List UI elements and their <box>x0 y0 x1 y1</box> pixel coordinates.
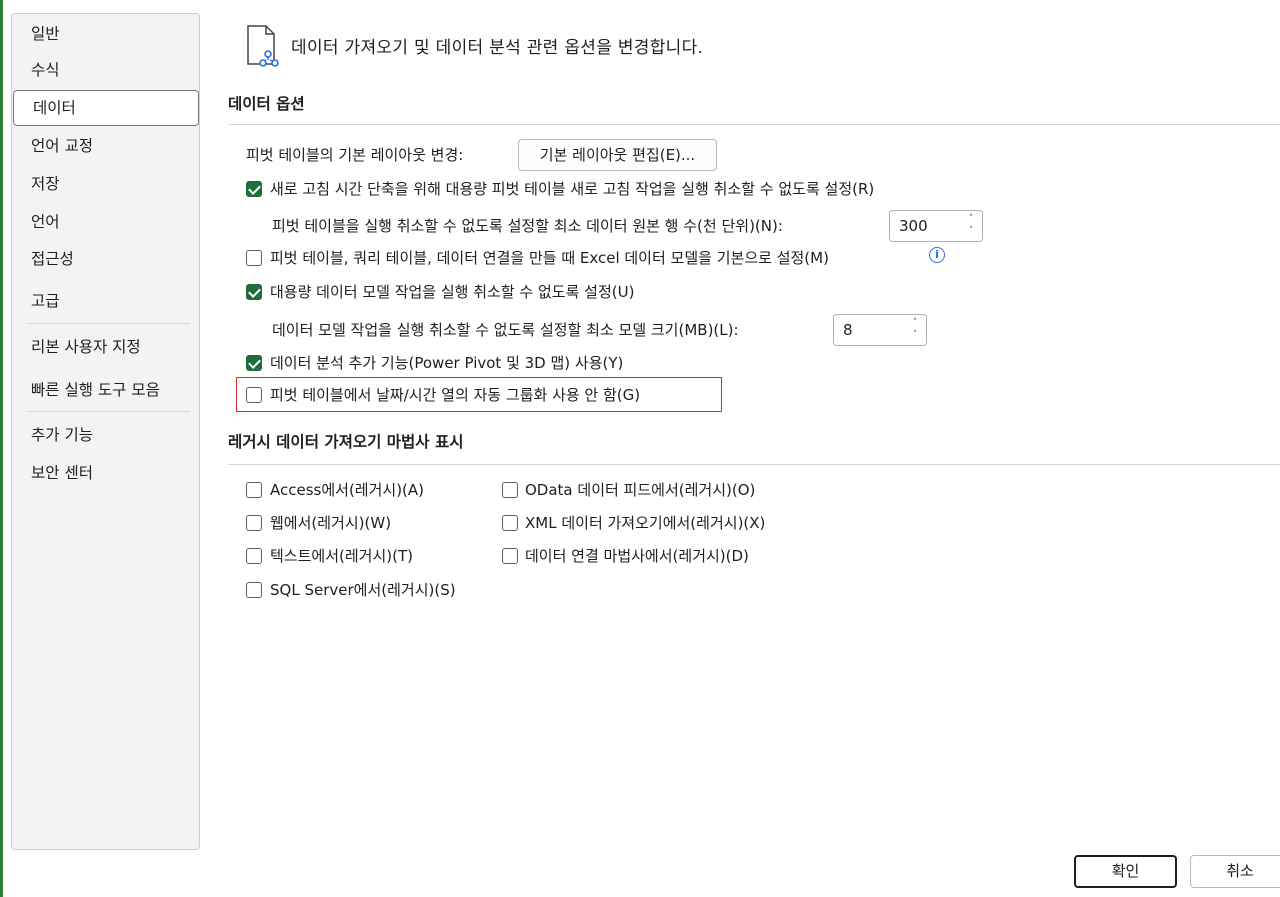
cancel-button[interactable]: 취소 <box>1190 855 1280 888</box>
legacy-data-connection-label[interactable]: 데이터 연결 마법사에서(레거시)(D) <box>525 544 749 568</box>
sidebar-item-proofing[interactable]: 언어 교정 <box>12 128 199 164</box>
disable-undo-large-pivot-label[interactable]: 새로 고침 시간 단축을 위해 대용량 피벗 테이블 새로 고침 작업을 실행 … <box>270 177 874 201</box>
legacy-text-label[interactable]: 텍스트에서(레거시)(T) <box>270 544 413 568</box>
sidebar-item-general[interactable]: 일반 <box>12 16 199 52</box>
ok-button[interactable]: 확인 <box>1074 855 1177 888</box>
legacy-sqlserver-label[interactable]: SQL Server에서(레거시)(S) <box>270 578 456 602</box>
legacy-text-checkbox[interactable] <box>242 544 266 568</box>
legacy-web-label[interactable]: 웹에서(레거시)(W) <box>270 511 391 535</box>
enable-addins-checkbox[interactable] <box>242 351 266 375</box>
options-sidebar: 일반 수식 데이터 언어 교정 저장 언어 접근성 고급 리본 사용자 지정 빠… <box>11 13 200 850</box>
sidebar-divider <box>28 323 190 324</box>
disable-auto-grouping-label[interactable]: 피벗 테이블에서 날짜/시간 열의 자동 그룹화 사용 안 함(G) <box>270 383 640 407</box>
info-icon[interactable]: i <box>929 247 945 263</box>
document-data-icon <box>247 25 279 67</box>
edit-default-layout-button[interactable]: 기본 레이아웃 편집(E)... <box>518 139 717 171</box>
min-rows-label: 피벗 테이블을 실행 취소할 수 없도록 설정할 최소 데이터 원본 행 수(천… <box>272 217 783 235</box>
sidebar-item-quick-access-toolbar[interactable]: 빠른 실행 도구 모음 <box>12 372 199 408</box>
pivot-layout-label: 피벗 테이블의 기본 레이아웃 변경: <box>246 146 464 164</box>
sidebar-item-formulas[interactable]: 수식 <box>12 52 199 88</box>
spinner-arrows-icon[interactable]: ˄ ˅ <box>964 213 978 237</box>
section-title-data-options: 데이터 옵션 <box>228 95 305 113</box>
window-edge <box>0 0 3 897</box>
legacy-xml-checkbox[interactable] <box>498 511 522 535</box>
legacy-odata-label[interactable]: OData 데이터 피드에서(레거시)(O) <box>525 478 755 502</box>
spinner-arrows-icon[interactable]: ˄ ˅ <box>908 317 922 341</box>
legacy-data-connection-checkbox[interactable] <box>498 544 522 568</box>
min-rows-value[interactable]: 300 <box>899 211 928 241</box>
min-model-size-value[interactable]: 8 <box>843 315 853 345</box>
sidebar-item-advanced[interactable]: 고급 <box>12 283 199 319</box>
sidebar-item-data[interactable]: 데이터 <box>13 90 199 126</box>
disable-undo-data-model-label[interactable]: 대용량 데이터 모델 작업을 실행 취소할 수 없도록 설정(U) <box>270 280 634 304</box>
sidebar-divider <box>28 411 190 412</box>
sidebar-item-accessibility[interactable]: 접근성 <box>12 241 199 277</box>
section-title-legacy-wizards: 레거시 데이터 가져오기 마법사 표시 <box>228 433 464 451</box>
legacy-sqlserver-checkbox[interactable] <box>242 578 266 602</box>
disable-auto-grouping-checkbox[interactable] <box>242 383 266 407</box>
min-model-size-spinner[interactable]: 8 ˄ ˅ <box>833 314 927 346</box>
sidebar-item-save[interactable]: 저장 <box>12 166 199 202</box>
disable-undo-large-pivot-checkbox[interactable] <box>242 177 266 201</box>
legacy-access-label[interactable]: Access에서(레거시)(A) <box>270 478 424 502</box>
legacy-xml-label[interactable]: XML 데이터 가져오기에서(레거시)(X) <box>525 511 765 535</box>
prefer-data-model-label[interactable]: 피벗 테이블, 쿼리 테이블, 데이터 연결을 만들 때 Excel 데이터 모… <box>270 246 829 270</box>
page-description: 데이터 가져오기 및 데이터 분석 관련 옵션을 변경합니다. <box>291 38 704 58</box>
legacy-access-checkbox[interactable] <box>242 478 266 502</box>
enable-addins-label[interactable]: 데이터 분석 추가 기능(Power Pivot 및 3D 맵) 사용(Y) <box>270 351 623 375</box>
section-divider <box>228 464 1280 465</box>
prefer-data-model-checkbox[interactable] <box>242 246 266 270</box>
disable-undo-data-model-checkbox[interactable] <box>242 280 266 304</box>
section-divider <box>228 124 1280 125</box>
min-model-size-label: 데이터 모델 작업을 실행 취소할 수 없도록 설정할 최소 모델 크기(MB)… <box>272 321 739 339</box>
sidebar-item-addins[interactable]: 추가 기능 <box>12 417 199 453</box>
min-rows-spinner[interactable]: 300 ˄ ˅ <box>889 210 983 242</box>
sidebar-item-customize-ribbon[interactable]: 리본 사용자 지정 <box>12 329 199 365</box>
sidebar-item-trust-center[interactable]: 보안 센터 <box>12 455 199 491</box>
sidebar-item-language[interactable]: 언어 <box>12 204 199 240</box>
legacy-odata-checkbox[interactable] <box>498 478 522 502</box>
legacy-web-checkbox[interactable] <box>242 511 266 535</box>
